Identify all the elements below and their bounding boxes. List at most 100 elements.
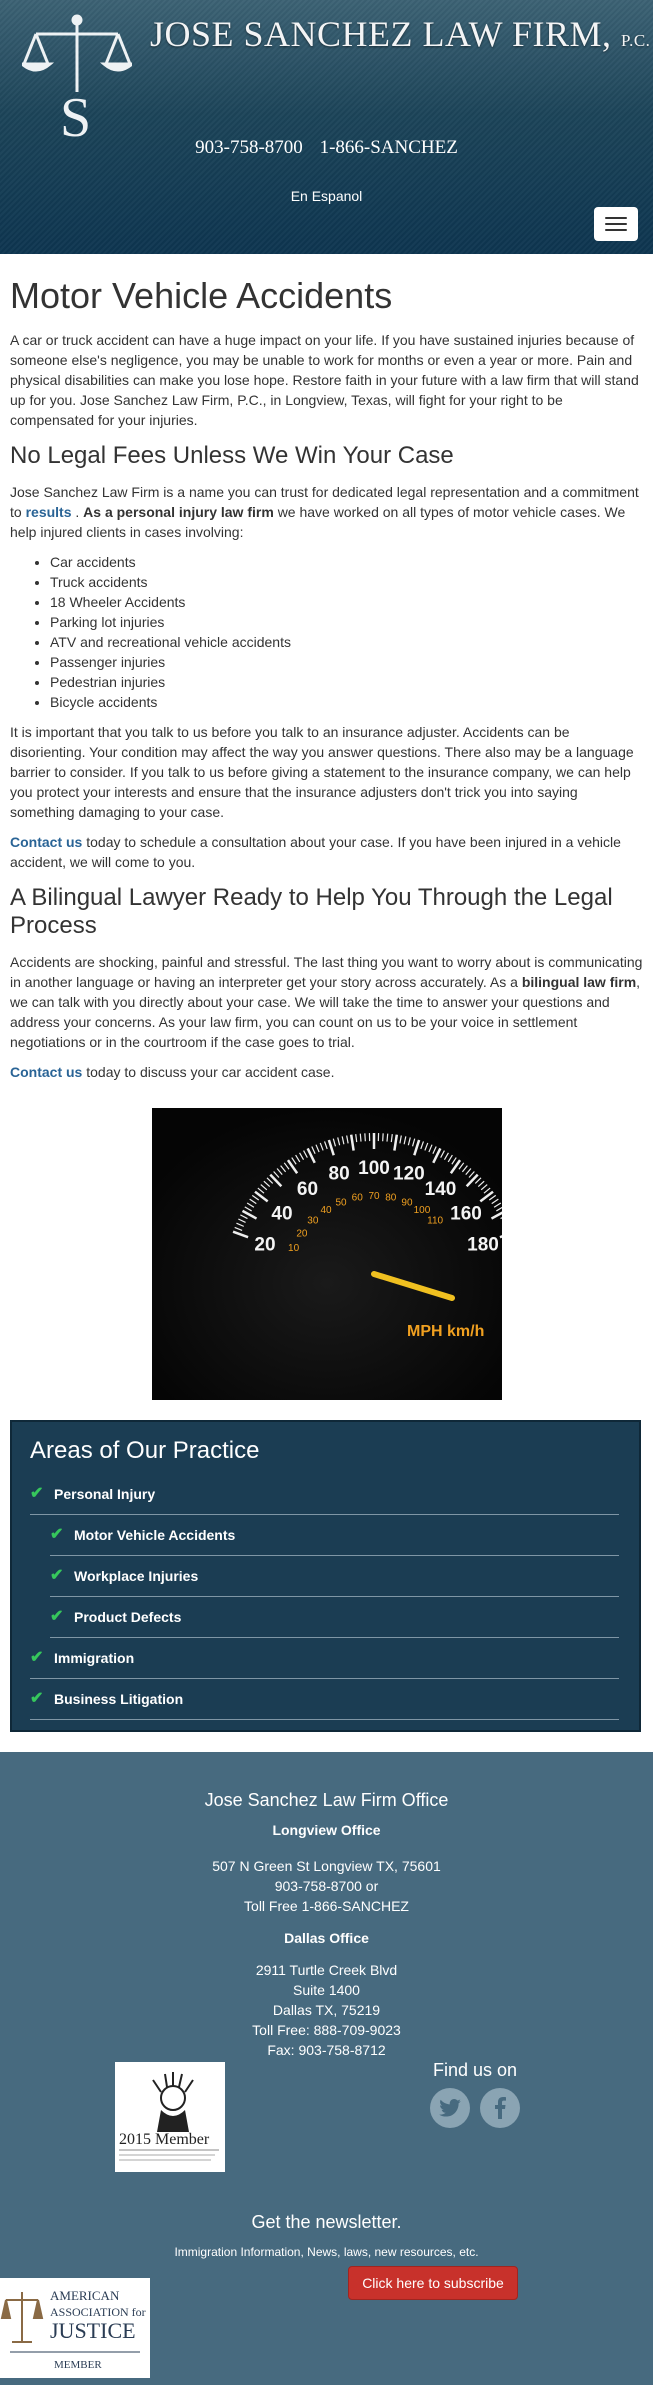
check-icon: ✔ (30, 1649, 44, 1666)
svg-text:AMERICAN: AMERICAN (50, 2288, 120, 2303)
member-badge-image: 2015 Member (115, 2062, 225, 2172)
aaj-logo-icon: AMERICAN ASSOCIATION for JUSTICE MEMBER (0, 2278, 150, 2378)
speedometer-kmh-label: 50 (335, 1197, 347, 1208)
contact-paragraph-2: Contact us today to discuss your car acc… (10, 1062, 643, 1082)
page-title: Motor Vehicle Accidents (10, 275, 393, 316)
aaj-member-logo: AMERICAN ASSOCIATION for JUSTICE MEMBER (0, 2278, 150, 2378)
dallas-fax: Fax: 903-758-8712 (267, 2042, 386, 2058)
speedometer-mph-label: 60 (296, 1179, 317, 1200)
hamburger-icon (605, 217, 627, 219)
speedometer-kmh-label: 30 (307, 1216, 319, 1227)
list-item: Car accidents (50, 552, 643, 572)
practice-label: Workplace Injuries (74, 1568, 199, 1584)
practice-label: Product Defects (74, 1609, 182, 1625)
phone-2-link[interactable]: 1-866-SANCHEZ (320, 137, 458, 158)
speedometer-mph-label: 140 (424, 1179, 456, 1200)
speedometer-kmh-label: 70 (368, 1191, 380, 1202)
svg-text:MEMBER: MEMBER (54, 2359, 102, 2371)
case-types-list: Car accidents Truck accidents 18 Wheeler… (50, 552, 643, 712)
firm-name: JOSE SANCHEZ LAW FIRM, P.C. (150, 14, 651, 54)
newsletter-title: Get the newsletter. (251, 2212, 402, 2232)
speedometer-mph-label: 160 (450, 1203, 482, 1224)
practice-label: Personal Injury (54, 1486, 156, 1502)
speedometer-mph-label: 100 (358, 1158, 390, 1179)
espanol-link[interactable]: En Espanol (0, 186, 653, 206)
contact-paragraph-1: Contact us today to schedule a consultat… (10, 832, 643, 872)
text: today to schedule a consultation about y… (10, 834, 621, 870)
site-header: S JOSE SANCHEZ LAW FIRM, P.C. 903-758-87… (0, 0, 653, 254)
subscribe-button[interactable]: Click here to subscribe (348, 2266, 518, 2300)
text: . (75, 504, 80, 520)
speedometer-kmh-label: 110 (427, 1216, 443, 1227)
longview-office-heading: Longview Office (272, 1822, 381, 1838)
bilingual-paragraph: Accidents are shocking, painful and stre… (10, 952, 643, 1052)
list-item: Passenger injuries (50, 652, 643, 672)
svg-text:S: S (60, 87, 91, 144)
dallas-toll-free[interactable]: Toll Free: 888-709-9023 (0, 2020, 653, 2040)
speedometer-kmh-label: 60 (351, 1193, 363, 1204)
hamburger-icon-bar (605, 223, 627, 225)
speedometer-tick (385, 1133, 388, 1142)
list-item: Parking lot injuries (50, 612, 643, 632)
longview-phone[interactable]: 903-758-8700 or (0, 1876, 653, 1896)
statue-of-liberty-icon: 2015 Member (115, 2062, 225, 2172)
contact-us-link[interactable]: Contact us (10, 1064, 82, 1080)
svg-text:JUSTICE: JUSTICE (50, 2318, 136, 2343)
results-link[interactable]: results (26, 504, 72, 520)
contact-us-link[interactable]: Contact us (10, 834, 82, 850)
speedometer-image: 20406080 100 1201401601801020304050 60 70 80 9… (151, 1108, 502, 1400)
newsletter-subtitle: Immigration Information, News, laws, new… (174, 2245, 479, 2259)
site-footer: Jose Sanchez Law Firm Office Longview Of… (0, 1752, 653, 2385)
dallas-address-3: Dallas TX, 75219 (272, 2002, 381, 2018)
scales-of-justice-icon: S (22, 14, 132, 144)
speedometer-kmh-label: 100 (413, 1205, 430, 1216)
speedometer-kmh-label: 80 (385, 1193, 397, 1204)
practice-areas-title: Areas of Our Practice (30, 1437, 260, 1464)
practice-item-business-litigation[interactable]: ✔ Business Litigation (30, 1679, 619, 1720)
bold-text: bilingual law firm (521, 974, 637, 990)
check-icon: ✔ (30, 1485, 44, 1502)
practice-item-motor-vehicle[interactable]: ✔ Motor Vehicle Accidents (50, 1515, 619, 1556)
check-icon: ✔ (50, 1526, 64, 1543)
list-item: Bicycle accidents (50, 692, 643, 712)
speedometer-kmh-label: 90 (401, 1197, 413, 1208)
logo[interactable]: S JOSE SANCHEZ LAW FIRM, P.C. (22, 14, 650, 144)
speed-unit-label: MPH km/h (407, 1323, 484, 1340)
svg-text:ASSOCIATION for: ASSOCIATION for (50, 2305, 146, 2319)
speedometer-mph-label: 80 (328, 1163, 349, 1184)
section-heading-fees: No Legal Fees Unless We Win Your Case (10, 442, 454, 469)
header-phones: 903-758-8700 1-866-SANCHEZ (0, 138, 653, 158)
practice-item-workplace[interactable]: ✔ Workplace Injuries (50, 1556, 619, 1597)
dallas-address-2: Suite 1400 (293, 1982, 360, 1998)
svg-text:2015 Member: 2015 Member (119, 2131, 210, 2148)
practice-item-personal-injury[interactable]: ✔ Personal Injury (30, 1474, 619, 1515)
dallas-office-heading: Dallas Office (284, 1930, 369, 1946)
speedometer-mph-label: 20 (254, 1234, 275, 1255)
practice-label: Business Litigation (54, 1691, 184, 1707)
text: today to discuss your car accident case. (86, 1064, 335, 1080)
fees-paragraph: Jose Sanchez Law Firm is a name you can … (10, 482, 643, 542)
twitter-icon[interactable] (430, 2088, 470, 2128)
speedometer-mph-label: 120 (393, 1163, 425, 1184)
speedometer-tick (359, 1133, 362, 1142)
practice-areas-panel: Areas of Our Practice ✔ Personal Injury ✔… (10, 1420, 641, 1732)
longview-address: 507 N Green St Longview TX, 75601 (212, 1858, 441, 1874)
hamburger-menu-button[interactable] (594, 207, 638, 241)
adjuster-paragraph: It is important that you talk to us befo… (10, 724, 634, 820)
list-item: Truck accidents (50, 572, 643, 592)
check-icon: ✔ (30, 1690, 44, 1707)
longview-toll-free[interactable]: Toll Free 1-866-SANCHEZ (0, 1896, 653, 1916)
intro-paragraph: A car or truck accident can have a huge … (10, 332, 639, 428)
speedometer-mph-label: 40 (271, 1203, 292, 1224)
list-item: Pedestrian injuries (50, 672, 643, 692)
practice-item-product-defects[interactable]: ✔ Product Defects (50, 1597, 619, 1638)
check-icon: ✔ (50, 1608, 64, 1625)
practice-item-immigration[interactable]: ✔ Immigration (30, 1638, 619, 1679)
speedometer-kmh-label: 20 (296, 1229, 308, 1240)
phone-1-link[interactable]: 903-758-8700 (195, 137, 303, 158)
list-item: ATV and recreational vehicle accidents (50, 632, 643, 652)
speedometer-kmh-label: 10 (288, 1243, 300, 1254)
speedometer-mph-label: 180 (467, 1234, 499, 1255)
dallas-address-1: 2911 Turtle Creek Blvd (255, 1962, 398, 1978)
facebook-icon[interactable] (480, 2088, 520, 2128)
